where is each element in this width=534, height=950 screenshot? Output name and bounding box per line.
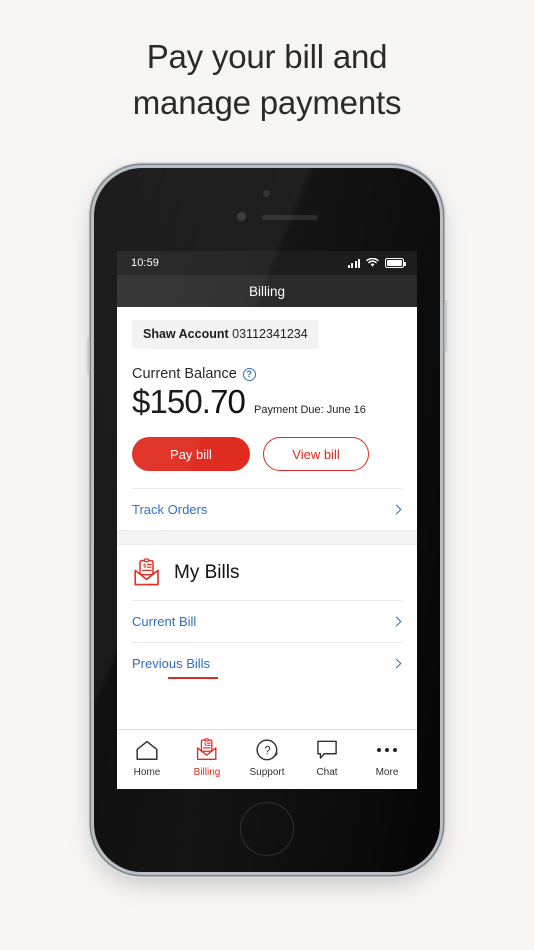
chevron-right-icon: [391, 504, 402, 515]
tab-billing-label: Billing: [193, 767, 221, 778]
pay-bill-button[interactable]: Pay bill: [132, 437, 250, 471]
status-bar: 10:59: [117, 251, 417, 275]
previous-bills-label: Previous Bills: [132, 656, 211, 671]
balance-label-row: Current Balance ?: [132, 366, 402, 382]
bill-envelope-icon: $: [196, 738, 217, 760]
status-icons: [347, 258, 406, 268]
svg-text:?: ?: [264, 745, 270, 757]
payment-due-text: Payment Due: June 16: [254, 404, 366, 416]
current-bill-row[interactable]: Current Bill: [132, 600, 402, 642]
chat-icon-wrap: [316, 738, 339, 762]
phone-screen: 10:59 Billing Shaw Account 03112341234 C…: [117, 251, 417, 789]
account-label: Shaw Account: [143, 327, 229, 341]
my-bills-title: My Bills: [174, 562, 240, 583]
support-icon-wrap: ?: [255, 738, 279, 762]
account-number: 03112341234: [232, 327, 308, 341]
phone-mockup: 10:59 Billing Shaw Account 03112341234 C…: [86, 168, 448, 872]
svg-text:$: $: [143, 564, 146, 570]
account-chip: Shaw Account 03112341234: [132, 320, 319, 349]
tab-more-label: More: [375, 767, 399, 778]
navbar-title: Billing: [248, 283, 286, 299]
question-circle-icon: ?: [255, 738, 277, 760]
previous-bills-row[interactable]: Previous Bills: [132, 642, 402, 684]
balance-amount: $150.70: [132, 383, 246, 420]
ellipsis-icon: [376, 747, 398, 753]
home-icon-wrap: [135, 738, 159, 762]
home-button[interactable]: [240, 802, 294, 856]
chat-bubble-icon: [316, 740, 337, 759]
headline-line-1: Pay your bill and: [146, 38, 388, 75]
track-orders-label: Track Orders: [132, 502, 208, 517]
tab-support[interactable]: ? Support: [239, 738, 295, 778]
more-icon-wrap: [376, 738, 398, 762]
earpiece-speaker: [262, 215, 318, 220]
home-icon: [136, 740, 158, 760]
tab-chat-label: Chat: [316, 767, 338, 778]
volume-button[interactable]: [86, 338, 90, 374]
help-circle-icon[interactable]: ?: [242, 367, 256, 381]
balance-label: Current Balance: [132, 366, 237, 382]
bill-rows: Current Bill Previous Bills: [117, 600, 417, 684]
section-divider: [117, 530, 417, 545]
chevron-right-icon: [391, 616, 402, 627]
tab-billing[interactable]: $ Billing: [179, 738, 235, 778]
tab-chat[interactable]: Chat: [299, 738, 355, 778]
bill-envelope-icon: $: [134, 558, 159, 586]
current-bill-label: Current Bill: [132, 614, 197, 629]
wifi-icon: [366, 258, 379, 267]
view-bill-button[interactable]: View bill: [263, 437, 369, 471]
tab-home[interactable]: Home: [119, 738, 175, 778]
front-camera-icon: [263, 190, 270, 197]
tab-bar: Home $ Billing ? Support Chat More: [117, 729, 417, 789]
tab-more[interactable]: More: [359, 738, 415, 778]
selection-underline: [168, 676, 218, 679]
tab-support-label: Support: [249, 767, 285, 778]
page-title: Pay your bill and manage payments: [0, 34, 534, 125]
chevron-right-icon: [391, 658, 402, 669]
my-bills-header: $ My Bills: [117, 545, 417, 600]
track-orders-row[interactable]: Track Orders: [132, 488, 402, 530]
balance-row: $150.70 Payment Due: June 16: [132, 383, 402, 421]
battery-icon: [385, 258, 406, 268]
tab-home-label: Home: [133, 767, 161, 778]
signal-bars-icon: [347, 258, 360, 268]
status-time: 10:59: [131, 257, 160, 269]
headline-line-2: manage payments: [132, 83, 402, 121]
track-orders-wrap: Track Orders: [132, 488, 402, 530]
billing-icon-wrap: $: [195, 738, 219, 762]
power-button[interactable]: [444, 300, 448, 352]
account-section: Shaw Account 03112341234 Current Balance…: [117, 307, 417, 530]
action-button-row: Pay bill View bill: [132, 437, 402, 471]
proximity-sensor-icon: [237, 212, 246, 221]
navbar: Billing: [117, 275, 417, 307]
app-body: Shaw Account 03112341234 Current Balance…: [117, 307, 417, 789]
